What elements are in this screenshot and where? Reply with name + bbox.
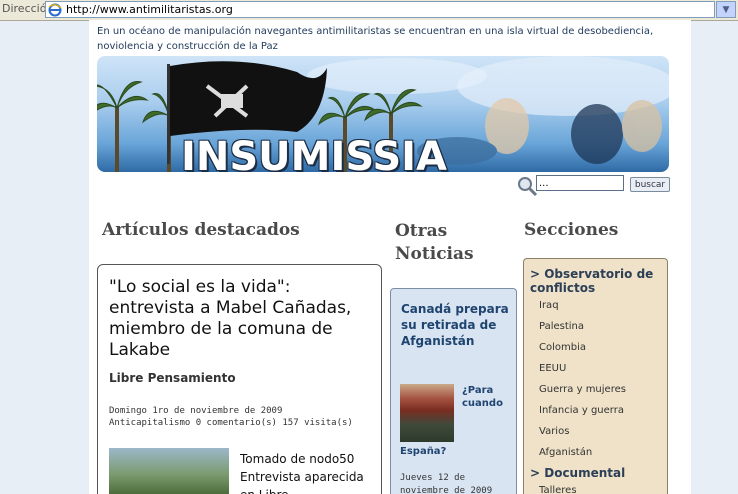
secciones-heading: Secciones: [524, 220, 619, 240]
noticia-link-part1[interactable]: ¿Para cuando: [462, 384, 514, 410]
section-item[interactable]: Guerra y mujeres: [539, 384, 626, 395]
section-item[interactable]: Iraq: [539, 300, 559, 311]
address-field[interactable]: http://www.antimilitaristas.org: [45, 1, 715, 18]
otras-noticias-heading: Otras Noticias: [395, 220, 474, 266]
section-group-documental[interactable]: > Documental: [530, 466, 664, 480]
search-input[interactable]: [536, 175, 624, 191]
search-icon: [518, 177, 538, 197]
otras-heading-line2: Noticias: [395, 244, 474, 264]
noticia-link-part2[interactable]: España?: [400, 445, 446, 458]
noticia-date: Jueves 12 de noviembre de 2009: [400, 473, 493, 494]
page-content: En un océano de manipulación navegantes …: [89, 20, 691, 494]
article-meta: Anticapitalismo 0 comentario(s) 157 visi…: [109, 418, 353, 428]
section-group-observatorio[interactable]: > Observatorio de conflictos: [530, 267, 664, 295]
secciones-box: > Observatorio de conflictos Iraq Palest…: [523, 258, 668, 494]
chevron-down-icon: ▼: [722, 4, 730, 15]
otras-noticias-box: Canadá prepara su retirada de Afganistán…: [390, 288, 517, 494]
noticia-image[interactable]: [400, 384, 454, 442]
banner-title: INSUMISSIA: [181, 134, 447, 172]
section-item[interactable]: Afganistán: [539, 447, 592, 458]
site-banner[interactable]: INSUMISSIA: [97, 56, 669, 172]
address-dropdown-button[interactable]: ▼: [716, 1, 736, 18]
article-category[interactable]: Libre Pensamiento: [109, 371, 236, 385]
address-url[interactable]: http://www.antimilitaristas.org: [66, 3, 233, 16]
articulos-heading: Artículos destacados: [102, 220, 300, 240]
noticia-title-link[interactable]: Canadá prepara su retirada de Afganistán: [401, 301, 513, 349]
section-item[interactable]: Varios: [539, 426, 569, 437]
featured-article: "Lo social es la vida": entrevista a Mab…: [97, 264, 382, 494]
article-date: Domingo 1ro de noviembre de 2009: [109, 406, 283, 416]
section-item[interactable]: Palestina: [539, 321, 584, 332]
article-snippet: Tomado de nodo50 Entrevista aparecida en…: [240, 452, 364, 494]
search-button[interactable]: buscar: [630, 177, 670, 192]
site-tagline: En un océano de manipulación navegantes …: [97, 26, 654, 52]
article-image[interactable]: [109, 448, 229, 494]
address-bar: Dirección http://www.antimilitaristas.or…: [0, 0, 738, 21]
ie-page-icon: [48, 3, 62, 17]
section-item[interactable]: EEUU: [539, 363, 566, 374]
section-item[interactable]: Colombia: [539, 342, 586, 353]
otras-heading-line1: Otras: [395, 221, 448, 241]
section-item[interactable]: Infancia y guerra: [539, 405, 624, 416]
section-item[interactable]: Talleres: [539, 485, 577, 494]
article-title-link[interactable]: "Lo social es la vida": entrevista a Mab…: [109, 277, 374, 361]
